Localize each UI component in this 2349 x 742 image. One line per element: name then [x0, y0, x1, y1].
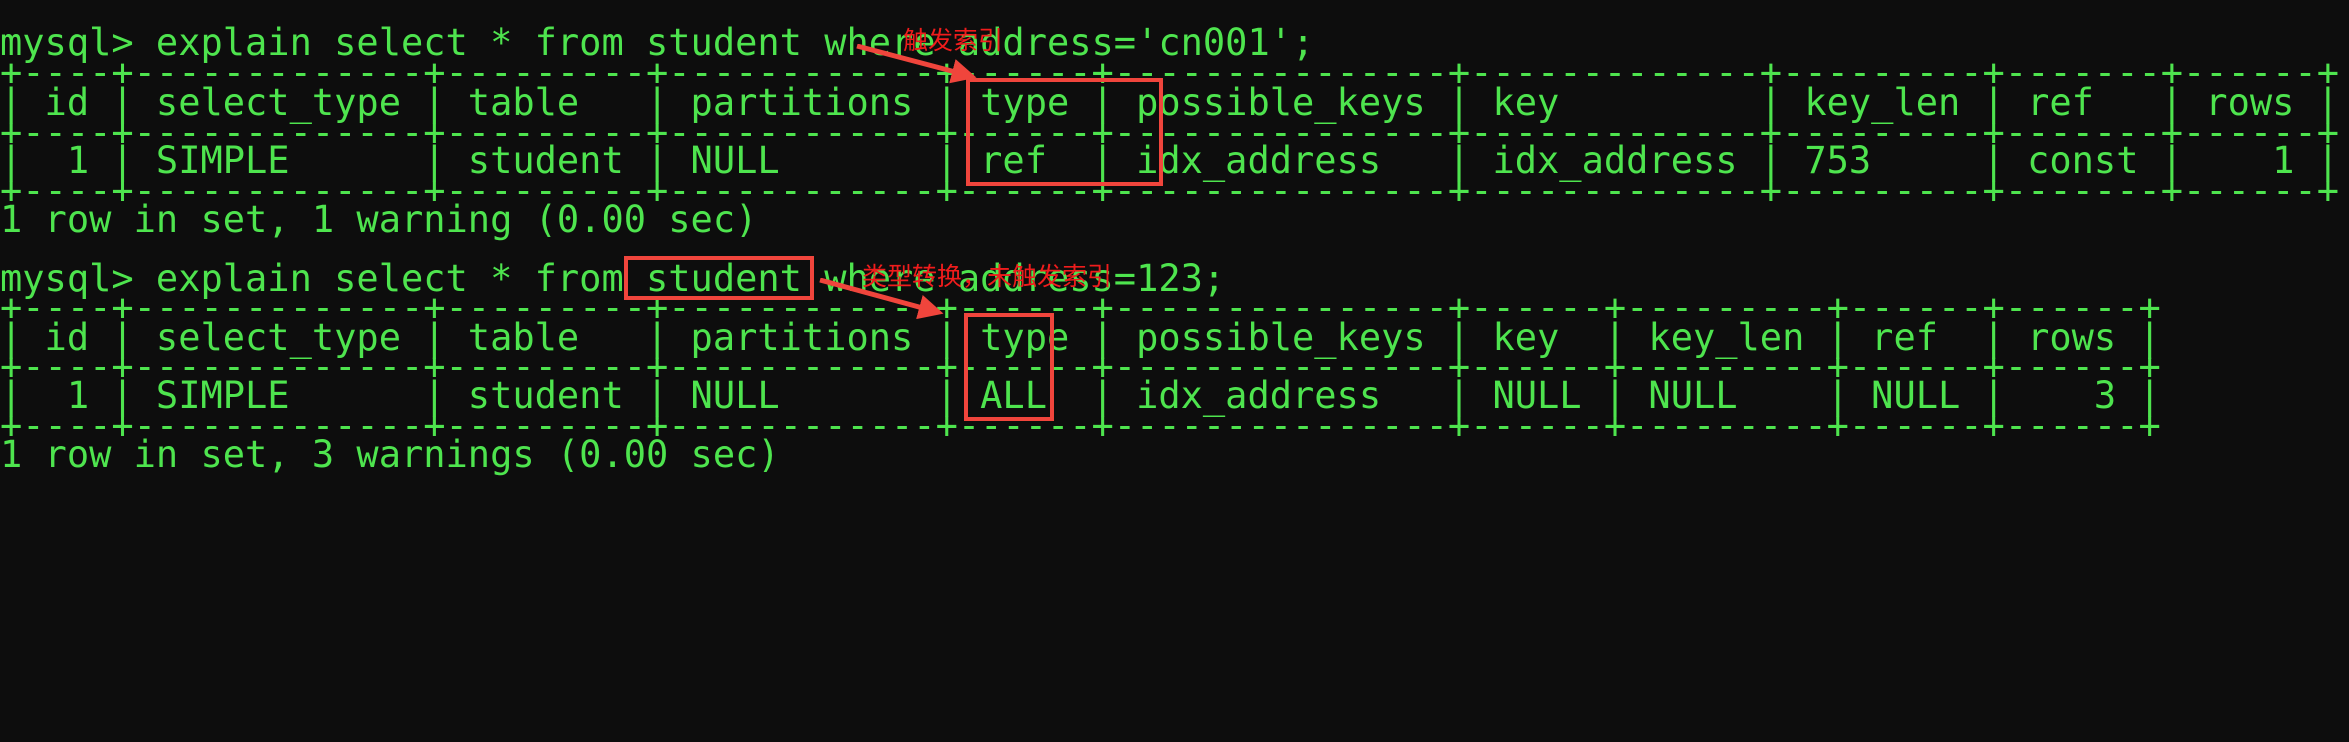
status-line-1: 1 row in set, 1 warning (0.00 sec): [0, 198, 758, 241]
annotation-label-trigger-index: 触发索引: [903, 26, 1004, 55]
status-line-2: 1 row in set, 3 warnings (0.00 sec): [0, 433, 780, 476]
terminal-window: mysql> explain select * from student whe…: [0, 0, 2349, 742]
annotation-label-type-conversion: 类型转换，未触发索引: [862, 262, 1113, 291]
